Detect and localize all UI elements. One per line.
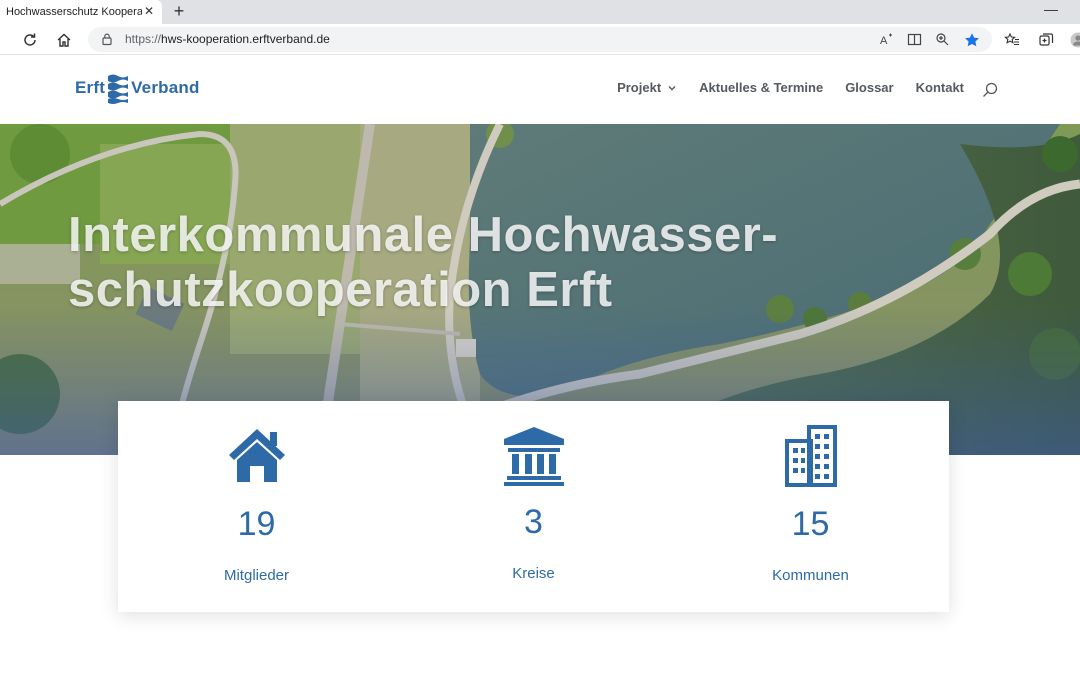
stat-label: Mitglieder [223,567,290,584]
nav-item-glossar[interactable]: Glossar [845,80,893,95]
svg-text:A: A [880,35,888,47]
reload-icon[interactable] [20,30,40,50]
nav-item-kontakt[interactable]: Kontakt [916,80,964,95]
stat-value: 15 [791,505,830,543]
stats-card: 19 Mitglieder 3 Kreise 15 Kommunen [118,401,949,612]
new-tab-button[interactable]: + [170,2,188,20]
stat-value: 3 [524,503,543,541]
logo-waves-icon [108,74,129,104]
url-protocol: https:// [125,32,162,46]
buildings-icon [784,425,837,487]
minimize-button[interactable]: — [1044,2,1058,18]
hero-title-line-1: Interkommunale Hochwasser- [68,208,779,262]
nav-item-label: Projekt [617,80,662,95]
stat-value: 19 [237,505,276,543]
address-bar[interactable]: https://hws-kooperation.erftverband.de A [88,27,992,52]
house-icon [228,429,285,482]
home-icon[interactable] [54,30,74,50]
stat-kreise: 3 Kreise [395,401,672,612]
collections-icon[interactable] [1036,30,1056,50]
hero-title: Interkommunale Hochwasser- schutzkoopera… [68,208,888,318]
browser-tab[interactable]: Hochwasserschutz Kooperation E ✕ [0,0,162,24]
favorite-star-icon[interactable] [963,31,980,48]
chevron-down-icon [668,85,676,90]
stat-kommunen: 15 Kommunen [672,401,949,612]
hero-title-line-2: schutzkooperation Erft [68,263,613,317]
browser-toolbar: https://hws-kooperation.erftverband.de A [0,24,1080,55]
search-icon[interactable] [982,82,998,98]
read-aloud-icon[interactable]: A [878,31,895,48]
url-text[interactable]: https://hws-kooperation.erftverband.de [125,32,330,46]
tab-title: Hochwasserschutz Kooperation E [6,6,142,18]
institution-icon [503,427,564,486]
site-header: Erft Verband Projekt Aktuelles & Termine… [0,56,1080,124]
logo-text-right: Verband [131,78,200,97]
logo-text-left: Erft [75,78,106,97]
profile-avatar[interactable] [1068,30,1080,50]
nav-item-projekt[interactable]: Projekt [617,80,677,95]
stat-mitglieder: 19 Mitglieder [118,401,395,612]
nav-item-aktuelles[interactable]: Aktuelles & Termine [699,80,823,95]
main-navigation: Projekt Aktuelles & Termine Glossar Kont… [595,80,964,95]
url-host: hws-kooperation.erftverband.de [161,32,330,46]
erftverband-logo[interactable]: Erft Verband [75,71,200,105]
stat-label: Kreise [512,565,555,582]
zoom-icon[interactable] [934,31,951,48]
stat-label: Kommunen [772,567,849,584]
tab-close-icon[interactable]: ✕ [142,4,156,18]
favorites-list-icon[interactable] [1002,30,1022,50]
browser-tab-bar: Hochwasserschutz Kooperation E ✕ + — [0,0,1080,24]
lock-icon[interactable] [100,32,114,46]
reader-view-icon[interactable] [906,31,923,48]
